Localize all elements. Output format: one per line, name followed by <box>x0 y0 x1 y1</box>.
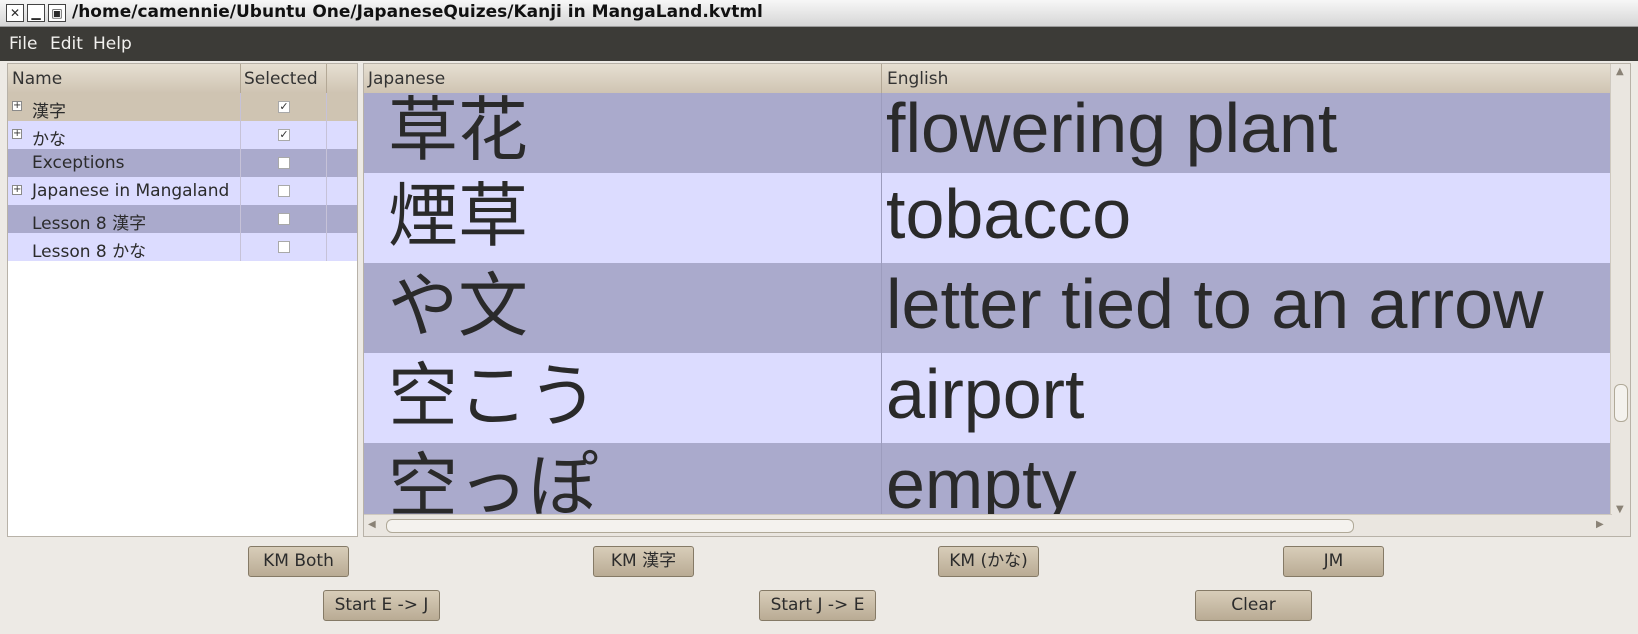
expand-icon[interactable]: + <box>12 129 22 139</box>
window-title: /home/camennie/Ubuntu One/JapaneseQuizes… <box>72 2 763 22</box>
menubar: File Edit Help <box>0 27 1638 61</box>
vertical-scroll-thumb[interactable] <box>1614 384 1628 422</box>
lesson-name: Lesson 8 漢字 <box>32 214 147 234</box>
vocab-row[interactable]: 煙草 tobacco <box>364 173 1612 263</box>
lesson-name: Exceptions <box>32 153 125 173</box>
lesson-selected-checkbox[interactable]: ✓ <box>278 129 290 141</box>
lesson-row[interactable]: Exceptions <box>8 149 357 177</box>
lesson-row[interactable]: Lesson 8 かな <box>8 233 357 262</box>
lesson-selected-checkbox[interactable]: ✓ <box>278 101 290 113</box>
lesson-selected-checkbox[interactable] <box>278 241 290 253</box>
lesson-selected-checkbox[interactable] <box>278 157 290 169</box>
clear-button[interactable]: Clear <box>1195 590 1312 621</box>
japanese-cell: 煙草 <box>388 175 528 257</box>
menu-edit[interactable]: Edit <box>50 34 83 54</box>
jm-button[interactable]: JM <box>1283 546 1384 577</box>
menu-help[interactable]: Help <box>93 34 132 54</box>
window-titlebar: ✕ ▁ ▣ /home/camennie/Ubuntu One/Japanese… <box>0 0 1638 27</box>
lesson-name: Lesson 8 かな <box>32 242 147 262</box>
english-cell: flowering plant <box>886 93 1338 167</box>
japanese-cell: 空っぽ <box>388 445 598 515</box>
vocab-row[interactable]: 草花 flowering plant <box>364 93 1612 173</box>
horizontal-scrollbar[interactable]: ◀ ▶ <box>364 514 1612 536</box>
english-cell: empty <box>886 445 1077 515</box>
lesson-name: かな <box>32 130 66 150</box>
km-kana-button[interactable]: KM (かな) <box>938 546 1039 577</box>
lesson-tree[interactable]: Name Selected + 漢字 ✓ + かな ✓ Exceptions +… <box>7 63 358 537</box>
maximize-window-icon[interactable]: ▣ <box>48 4 66 22</box>
vocab-table[interactable]: Japanese English 草花 flowering plant 煙草 t… <box>363 63 1631 537</box>
horizontal-scroll-thumb[interactable] <box>386 519 1354 533</box>
menu-file[interactable]: File <box>9 34 37 54</box>
close-window-icon[interactable]: ✕ <box>6 4 24 22</box>
scroll-left-icon[interactable]: ◀ <box>368 519 376 530</box>
lesson-row[interactable]: + 漢字 ✓ <box>8 93 357 122</box>
english-cell: airport <box>886 355 1085 433</box>
lesson-row[interactable]: + かな ✓ <box>8 121 357 150</box>
column-header-english[interactable]: English <box>887 69 948 89</box>
vocab-table-header: Japanese English <box>364 64 1612 94</box>
lesson-row[interactable]: + Japanese in Mangaland <box>8 177 357 205</box>
scroll-up-icon[interactable]: ▲ <box>1616 66 1624 77</box>
minimize-window-icon[interactable]: ▁ <box>27 4 45 22</box>
japanese-cell: 空こう <box>388 355 598 437</box>
column-header-selected[interactable]: Selected <box>244 69 318 89</box>
lesson-name: Japanese in Mangaland <box>32 181 230 201</box>
japanese-cell: や文 <box>388 265 528 347</box>
lesson-name: 漢字 <box>32 102 66 122</box>
scroll-down-icon[interactable]: ▼ <box>1616 504 1624 515</box>
start-j-to-e-button[interactable]: Start J -> E <box>759 590 876 621</box>
lesson-tree-header: Name Selected <box>8 64 357 94</box>
vocab-row[interactable]: 空こう airport <box>364 353 1612 443</box>
english-cell: letter tied to an arrow <box>886 265 1544 343</box>
expand-icon[interactable]: + <box>12 101 22 111</box>
km-both-button[interactable]: KM Both <box>248 546 349 577</box>
lesson-row[interactable]: Lesson 8 漢字 <box>8 205 357 234</box>
lesson-selected-checkbox[interactable] <box>278 213 290 225</box>
japanese-cell: 草花 <box>388 93 528 171</box>
lesson-selected-checkbox[interactable] <box>278 185 290 197</box>
column-header-name[interactable]: Name <box>12 69 62 89</box>
start-e-to-j-button[interactable]: Start E -> J <box>323 590 440 621</box>
english-cell: tobacco <box>886 175 1132 253</box>
km-kanji-button[interactable]: KM 漢字 <box>593 546 694 577</box>
scroll-right-icon[interactable]: ▶ <box>1596 519 1604 530</box>
column-header-japanese[interactable]: Japanese <box>368 69 445 89</box>
expand-icon[interactable]: + <box>12 185 22 195</box>
vocab-row[interactable]: や文 letter tied to an arrow <box>364 263 1612 353</box>
vertical-scrollbar[interactable]: ▲ ▼ <box>1610 64 1630 536</box>
vocab-row[interactable]: 空っぽ empty <box>364 443 1612 515</box>
